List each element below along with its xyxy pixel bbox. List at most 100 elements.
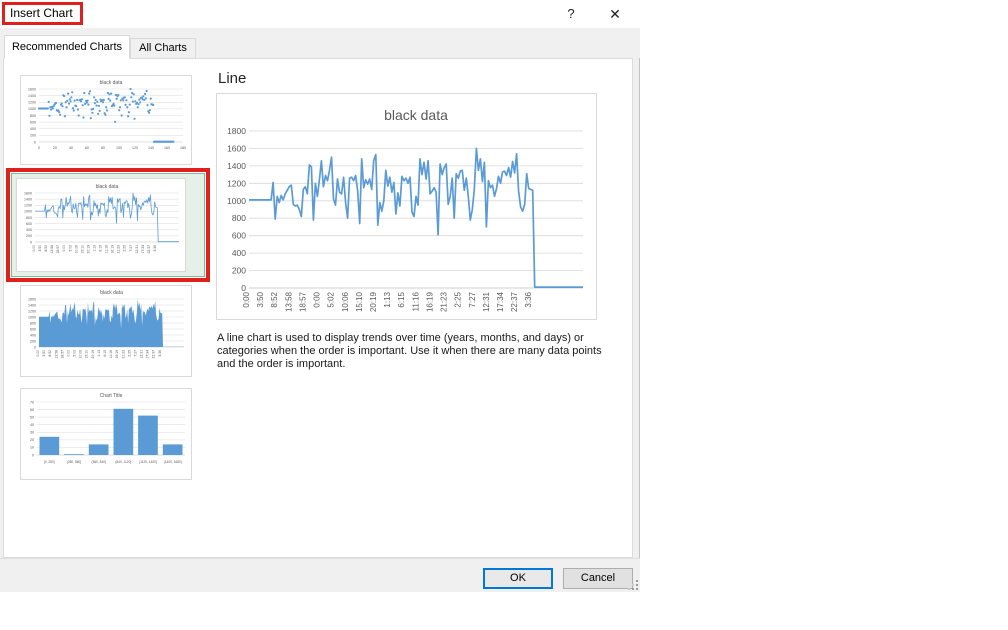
svg-text:16:19: 16:19 <box>425 291 434 312</box>
preview-line-chart-svg: 0 200 400 600 800 1000 1200 1400 1600 1800 black d… <box>217 94 596 319</box>
svg-text:17:34: 17:34 <box>496 291 505 312</box>
svg-text:30: 30 <box>30 431 34 435</box>
svg-text:0:00: 0:00 <box>67 350 71 357</box>
svg-text:400: 400 <box>30 333 36 337</box>
svg-text:8:52: 8:52 <box>270 291 279 307</box>
svg-text:13:58: 13:58 <box>54 350 58 359</box>
svg-text:1000: 1000 <box>227 196 246 206</box>
area-chart-thumbnail-svg: 02004006008001000120014001600black data0… <box>21 286 191 376</box>
svg-text:6:15: 6:15 <box>397 291 406 307</box>
svg-text:1600: 1600 <box>28 87 36 91</box>
svg-text:18:57: 18:57 <box>60 350 64 359</box>
svg-text:0:00: 0:00 <box>313 291 322 307</box>
svg-text:1200: 1200 <box>227 178 246 188</box>
svg-text:1200: 1200 <box>28 309 36 313</box>
svg-text:20:19: 20:19 <box>369 291 378 312</box>
svg-text:11:16: 11:16 <box>411 291 420 311</box>
svg-text:7:27: 7:27 <box>468 291 477 307</box>
preview-heading: Line <box>218 70 246 87</box>
svg-text:20: 20 <box>30 438 34 442</box>
svg-text:21:23: 21:23 <box>440 291 449 312</box>
close-icon[interactable]: ✕ <box>600 2 630 26</box>
svg-text:18:57: 18:57 <box>298 291 307 312</box>
svg-text:3:36: 3:36 <box>158 350 162 357</box>
svg-text:21:23: 21:23 <box>121 350 125 359</box>
svg-text:20: 20 <box>53 146 57 150</box>
svg-text:120: 120 <box>132 146 138 150</box>
svg-text:160: 160 <box>164 146 170 150</box>
svg-text:1400: 1400 <box>227 161 246 171</box>
svg-text:(1400, 1680]: (1400, 1680] <box>164 460 182 464</box>
svg-text:(840, 1120]: (840, 1120] <box>115 460 131 464</box>
svg-text:60: 60 <box>85 146 89 150</box>
insert-chart-dialog: Insert Chart ? ✕ Recommended Charts All … <box>0 0 640 592</box>
svg-text:0: 0 <box>38 146 40 150</box>
svg-text:200: 200 <box>30 339 36 343</box>
svg-text:600: 600 <box>30 327 36 331</box>
svg-text:[0, 280]: [0, 280] <box>44 460 55 464</box>
svg-text:50: 50 <box>30 415 34 419</box>
svg-text:1400: 1400 <box>28 94 36 98</box>
svg-text:13:58: 13:58 <box>284 291 293 312</box>
annotation-box-title <box>2 2 83 25</box>
tab-strip: Recommended Charts All Charts <box>0 28 640 58</box>
svg-text:15:10: 15:10 <box>85 350 89 359</box>
svg-text:1400: 1400 <box>28 303 36 307</box>
svg-text:200: 200 <box>232 266 246 276</box>
svg-text:1800: 1800 <box>227 126 246 136</box>
svg-text:0: 0 <box>241 283 246 293</box>
svg-text:0: 0 <box>32 453 34 457</box>
svg-text:600: 600 <box>30 120 36 124</box>
cancel-button[interactable]: Cancel <box>563 568 633 589</box>
svg-text:10:06: 10:06 <box>79 350 83 359</box>
svg-text:0: 0 <box>34 140 36 144</box>
svg-text:3:50: 3:50 <box>42 350 46 357</box>
tab-recommended-charts[interactable]: Recommended Charts <box>4 35 130 59</box>
svg-text:black data: black data <box>100 290 123 296</box>
svg-text:1:13: 1:13 <box>97 350 101 357</box>
dialog-footer: OK Cancel <box>0 558 640 592</box>
svg-text:1:13: 1:13 <box>383 291 392 307</box>
ok-button[interactable]: OK <box>483 568 553 589</box>
scatter-chart-thumbnail-svg: 02004006008001000120014001600black data0… <box>21 76 191 164</box>
svg-text:2:25: 2:25 <box>454 291 463 307</box>
svg-text:15:10: 15:10 <box>355 291 364 312</box>
svg-text:600: 600 <box>232 231 246 241</box>
chart-description: A line chart is used to display trends o… <box>217 332 615 372</box>
help-icon[interactable]: ? <box>556 2 586 26</box>
svg-text:22:37: 22:37 <box>152 350 156 359</box>
svg-text:80: 80 <box>101 146 105 150</box>
svg-text:1600: 1600 <box>28 297 36 301</box>
svg-text:10: 10 <box>30 446 34 450</box>
svg-text:Chart Title: Chart Title <box>100 393 123 399</box>
svg-text:3:50: 3:50 <box>256 291 265 307</box>
svg-text:1000: 1000 <box>28 107 36 111</box>
svg-text:400: 400 <box>232 248 246 258</box>
chart-preview-box: 0 200 400 600 800 1000 1200 1400 1600 1800 black d… <box>216 93 597 320</box>
svg-text:5:02: 5:02 <box>327 291 336 307</box>
thumbnail-histogram-chart[interactable]: 010203040506070Chart Title[0, 280](280, … <box>20 388 192 480</box>
thumbnail-area-chart[interactable]: 02004006008001000120014001600black data0… <box>20 285 192 377</box>
svg-text:6:15: 6:15 <box>103 350 107 357</box>
svg-text:60: 60 <box>30 408 34 412</box>
svg-text:5:02: 5:02 <box>73 350 77 357</box>
svg-text:17:34: 17:34 <box>146 350 150 359</box>
svg-text:black data: black data <box>384 107 448 123</box>
svg-text:800: 800 <box>232 213 246 223</box>
annotation-box-selected-chart <box>6 168 210 282</box>
svg-text:400: 400 <box>30 127 36 131</box>
svg-text:black data: black data <box>100 80 123 86</box>
svg-text:0: 0 <box>34 345 36 349</box>
svg-text:1000: 1000 <box>28 315 36 319</box>
dialog-titlebar: Insert Chart ? ✕ <box>0 0 640 28</box>
thumbnail-scatter-chart[interactable]: 02004006008001000120014001600black data0… <box>20 75 192 165</box>
svg-text:70: 70 <box>30 400 34 404</box>
tab-all-charts[interactable]: All Charts <box>130 38 196 59</box>
svg-text:1600: 1600 <box>227 143 246 153</box>
svg-text:(1120, 1400]: (1120, 1400] <box>139 460 157 464</box>
resize-grip-icon[interactable] <box>627 579 639 591</box>
svg-text:7:27: 7:27 <box>133 350 137 357</box>
svg-text:16:19: 16:19 <box>115 350 119 359</box>
histogram-thumbnail-svg: 010203040506070Chart Title[0, 280](280, … <box>21 389 191 479</box>
svg-text:11:16: 11:16 <box>109 350 113 358</box>
